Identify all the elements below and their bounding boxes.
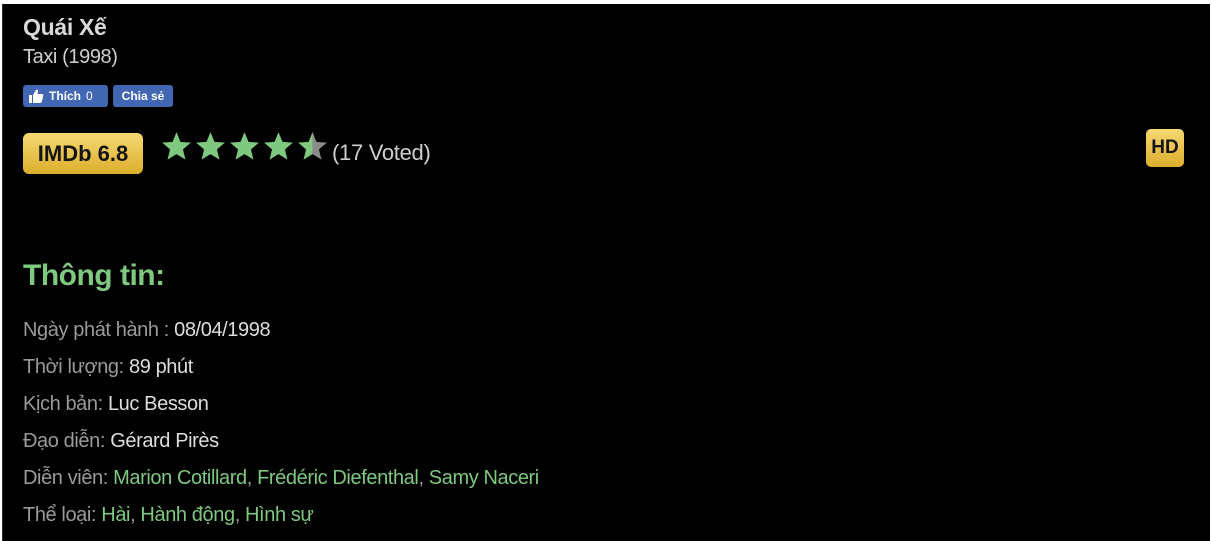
cast-link-marion-cotillard[interactable]: Marion Cotillard	[113, 467, 247, 489]
like-label: Thích	[49, 89, 81, 103]
facebook-like-button[interactable]: Thích 0	[23, 85, 108, 107]
cast-link-frederic-diefenthal[interactable]: Frédéric Diefenthal	[257, 467, 419, 489]
cast-link-samy-naceri[interactable]: Samy Naceri	[429, 467, 539, 489]
genre-label: Thể loại:	[23, 504, 102, 526]
star-icon[interactable]	[228, 130, 261, 163]
genre-separator: ,	[234, 504, 246, 526]
writer-value: Luc Besson	[107, 393, 209, 415]
cast-separator: ,	[418, 467, 429, 489]
star-icon[interactable]	[262, 130, 295, 163]
thumbs-up-icon	[29, 89, 44, 103]
runtime-label: Thời lượng:	[23, 356, 129, 378]
info-heading: Thông tin:	[23, 259, 165, 292]
genre-link-hanh-dong[interactable]: Hành động	[140, 504, 235, 526]
star-icon[interactable]	[296, 130, 329, 163]
info-writer: Kịch bản: Luc Besson	[23, 393, 209, 416]
runtime-value: 89 phút	[128, 356, 193, 378]
info-director: Đạo diễn: Gérard Pirès	[23, 430, 219, 453]
director-value: Gérard Pirès	[110, 430, 219, 452]
movie-original-title: Taxi (1998)	[23, 46, 118, 68]
genre-link-hinh-su[interactable]: Hình sự	[245, 504, 314, 526]
writer-label: Kịch bản:	[23, 393, 108, 415]
release-date-label: Ngày phát hành :	[23, 319, 175, 341]
director-label: Đạo diễn:	[23, 430, 111, 452]
imdb-rating-badge: IMDb 6.8	[23, 133, 143, 174]
genre-separator: ,	[130, 504, 141, 526]
vote-count: (17 Voted)	[332, 140, 431, 165]
star-icon[interactable]	[194, 130, 227, 163]
genre-link-hai[interactable]: Hài	[101, 504, 130, 526]
star-rating[interactable]	[160, 130, 329, 163]
like-count: 0	[86, 89, 93, 103]
star-icon[interactable]	[160, 130, 193, 163]
hd-quality-badge: HD	[1146, 129, 1184, 167]
info-release-date: Ngày phát hành : 08/04/1998	[23, 319, 271, 342]
info-cast: Diễn viên: Marion Cotillard, Frédéric Di…	[23, 467, 539, 490]
facebook-share-button[interactable]: Chia sẻ	[113, 85, 173, 107]
info-runtime: Thời lượng: 89 phút	[23, 356, 193, 379]
info-genre: Thể loại: Hài, Hành động, Hình sự	[23, 504, 314, 527]
cast-separator: ,	[246, 467, 258, 489]
release-date-value: 08/04/1998	[174, 319, 271, 341]
movie-title: Quái Xế	[23, 14, 107, 40]
movie-info-panel	[2, 4, 1210, 541]
cast-label: Diễn viên:	[23, 467, 114, 489]
